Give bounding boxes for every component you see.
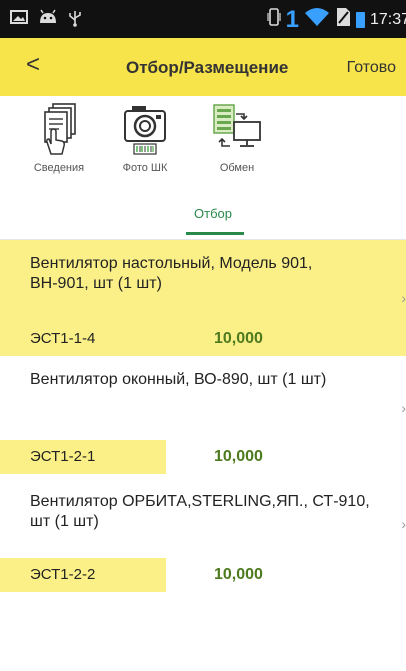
item-name: Вентилятор настольный, Модель 901, ВН-90… (30, 255, 313, 292)
item-quantity: 10,000 (214, 566, 263, 583)
page-title: Отбор/Размещение (126, 58, 289, 77)
toolbar-item-exchange[interactable]: Обмен (202, 102, 272, 174)
item-name: Вентилятор оконный, ВО-890, шт (1 шт) (30, 371, 327, 388)
image-icon (10, 9, 28, 32)
android-icon (38, 9, 58, 32)
clock: 17:37 (369, 10, 406, 28)
chevron-right-icon: › (401, 290, 406, 306)
toolbar-item-label: Фото ШК (122, 162, 168, 174)
sim-number: 1 (285, 5, 299, 33)
toolbar-item-label: Обмен (219, 162, 255, 174)
done-button[interactable]: Готово (347, 58, 396, 78)
tab-picking[interactable]: Отбор (180, 206, 246, 221)
usb-icon (68, 9, 82, 32)
back-button[interactable]: < (26, 52, 40, 78)
documents-hand-icon (24, 102, 94, 156)
toolbar-item-photo-barcode[interactable]: Фото ШК (110, 102, 180, 174)
list-item[interactable]: Вентилятор настольный, Модель 901, ВН-90… (0, 240, 406, 356)
item-quantity: 10,000 (214, 330, 263, 347)
toolbar: Сведения Фото ШК Обмен (0, 96, 406, 186)
notification-icons (10, 9, 82, 32)
wifi-icon (304, 7, 330, 32)
item-quantity: 10,000 (214, 448, 263, 465)
chevron-right-icon: › (401, 516, 406, 532)
chevron-right-icon: › (401, 400, 406, 416)
item-list: Вентилятор настольный, Модель 901, ВН-90… (0, 240, 406, 592)
toolbar-item-label: Сведения (33, 162, 85, 174)
exchange-icon (202, 102, 272, 156)
vibrate-icon (266, 7, 281, 32)
list-item[interactable]: Вентилятор ОРБИТА,STERLING,ЯП., СТ-910, … (0, 478, 406, 592)
status-bar: 1 17:37 (0, 0, 406, 38)
tab-underline (186, 232, 244, 235)
item-name: Вентилятор ОРБИТА,STERLING,ЯП., СТ-910, … (30, 493, 370, 530)
item-cell: ЭСТ1-2-1 (30, 448, 96, 465)
list-item[interactable]: Вентилятор оконный, ВО-890, шт (1 шт) ЭС… (0, 356, 406, 478)
item-cell: ЭСТ1-1-4 (30, 330, 96, 347)
camera-barcode-icon (110, 102, 180, 156)
toolbar-item-info[interactable]: Сведения (24, 102, 94, 174)
item-cell: ЭСТ1-2-2 (30, 566, 96, 583)
battery-icon (355, 11, 365, 28)
system-icons: 1 17:37 (266, 5, 406, 33)
tab-bar: Отбор (0, 196, 406, 240)
app-header: < Отбор/Размещение Готово (0, 38, 406, 96)
no-sim-icon (335, 7, 351, 32)
